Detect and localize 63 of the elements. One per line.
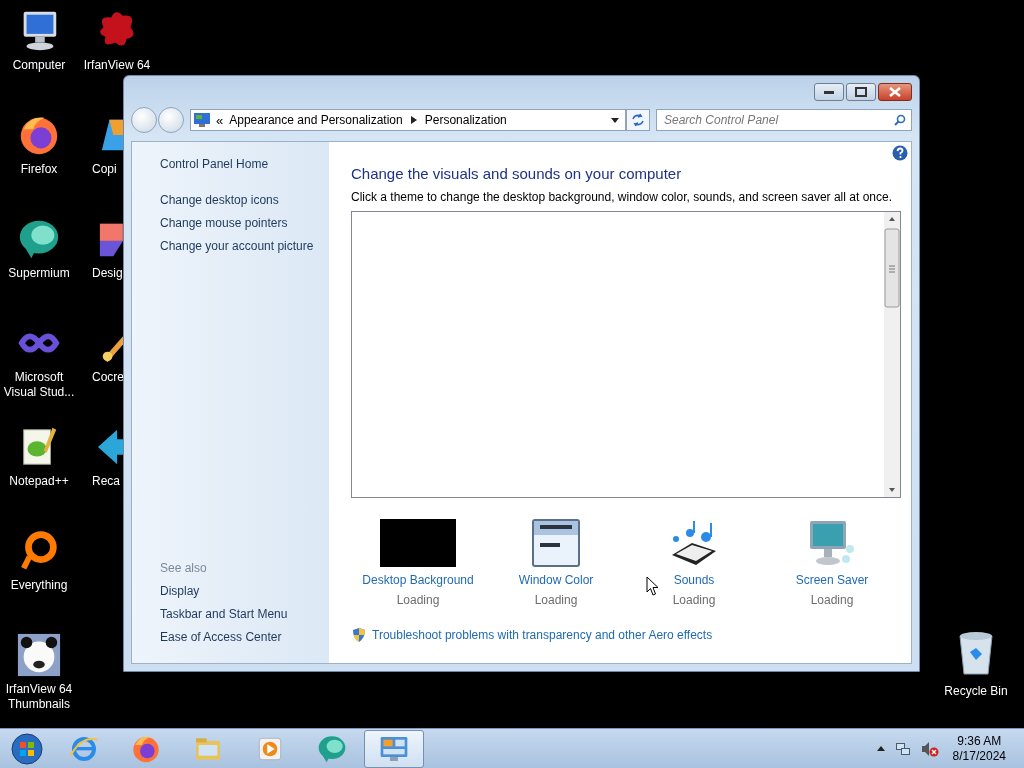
desktop-icon-label[interactable]: Everything: [10, 578, 68, 593]
task-link[interactable]: Change desktop icons: [160, 192, 329, 208]
loading-status: Loading: [396, 593, 440, 608]
breadcrumb-item[interactable]: Personalization: [424, 113, 507, 127]
setting-link[interactable]: Sounds: [673, 573, 715, 588]
breadcrumb-arrow-icon[interactable]: [410, 116, 417, 124]
task-link[interactable]: Control Panel Home: [160, 156, 329, 172]
see-also-link[interactable]: Ease of Access Center: [160, 629, 329, 645]
clock-time: 9:36 AM: [957, 733, 1002, 749]
troubleshoot-link[interactable]: Troubleshoot problems with transparency and other Aero effects: [372, 628, 713, 642]
refresh-button[interactable]: [626, 109, 650, 131]
setting-link[interactable]: Desktop Background: [362, 573, 474, 588]
close-icon: [889, 87, 901, 97]
panda-icon: [16, 632, 62, 678]
desktop-icon-label[interactable]: Computer: [12, 58, 66, 73]
desktop-icon-label[interactable]: Desig: [92, 266, 123, 281]
see-also-link[interactable]: Display: [160, 583, 329, 599]
window-color-icon: [532, 519, 580, 567]
help-icon[interactable]: [892, 145, 908, 161]
refresh-icon: [631, 113, 645, 127]
show-hidden-icons-icon[interactable]: [876, 746, 885, 751]
see-also-link[interactable]: Taskbar and Start Menu: [160, 606, 329, 622]
desktop-icon-label[interactable]: IrfanView 64: [83, 58, 151, 73]
minimize-button[interactable]: [814, 83, 844, 101]
taskbar-button[interactable]: [364, 729, 424, 768]
maximize-button[interactable]: [846, 83, 876, 101]
loading-status: Loading: [810, 593, 854, 608]
desktop-icon-label[interactable]: Copi: [92, 162, 117, 177]
mouse-cursor-icon: [646, 576, 660, 597]
maximize-icon: [855, 87, 867, 97]
loading-status: Loading: [534, 593, 578, 608]
close-button[interactable]: [878, 83, 912, 101]
setting-link[interactable]: Screen Saver: [795, 573, 869, 588]
task-link[interactable]: Change mouse pointers: [160, 215, 329, 231]
minimize-icon: [824, 90, 834, 94]
page-description: Click a theme to change the desktop background, window color, sounds, and screen saver all at once.: [351, 190, 893, 205]
recycle-bin-icon: [956, 630, 996, 678]
shield-icon: [351, 627, 367, 643]
breadcrumb-item[interactable]: Appearance and Personalization: [229, 113, 403, 127]
address-bar[interactable]: « Appearance and Personalization Personalization: [190, 109, 626, 131]
muted-speaker-icon[interactable]: [920, 740, 939, 757]
overflow-chevron[interactable]: «: [216, 112, 224, 128]
dropdown-arrow-icon[interactable]: [611, 117, 619, 123]
task-link[interactable]: Change your account picture: [160, 238, 329, 254]
desktop-icon-label[interactable]: Cocre: [92, 370, 124, 385]
desktop-icon-label[interactable]: Recycle Bin: [944, 684, 1008, 699]
desktop-icon-label[interactable]: Notepad++: [9, 474, 69, 489]
network-icon[interactable]: [894, 740, 911, 757]
desktop-icon-label[interactable]: Supermium: [8, 266, 70, 281]
desktop-icon-label[interactable]: IrfanView 64 Thumbnails: [1, 682, 77, 712]
loading-status: Loading: [672, 593, 716, 608]
desktop-icon-label[interactable]: Firefox: [20, 162, 58, 177]
see-also-heading: See also: [160, 560, 208, 576]
search-field[interactable]: Search Control Panel: [656, 109, 912, 131]
clock[interactable]: 9:36 AM 8/17/2024: [952, 733, 1006, 764]
setting-link[interactable]: Window Color: [518, 573, 594, 588]
control-panel-icon: [194, 113, 210, 127]
clock-date: 8/17/2024: [952, 748, 1006, 764]
search-icon: [894, 114, 906, 126]
desktop-icon-label[interactable]: Microsoft Visual Stud...: [1, 370, 77, 400]
desktop-icon-label[interactable]: Reca: [92, 474, 120, 489]
page-heading: Change the visuals and sounds on your computer: [351, 164, 683, 183]
scrollbar-drawing[interactable]: [884, 212, 900, 497]
